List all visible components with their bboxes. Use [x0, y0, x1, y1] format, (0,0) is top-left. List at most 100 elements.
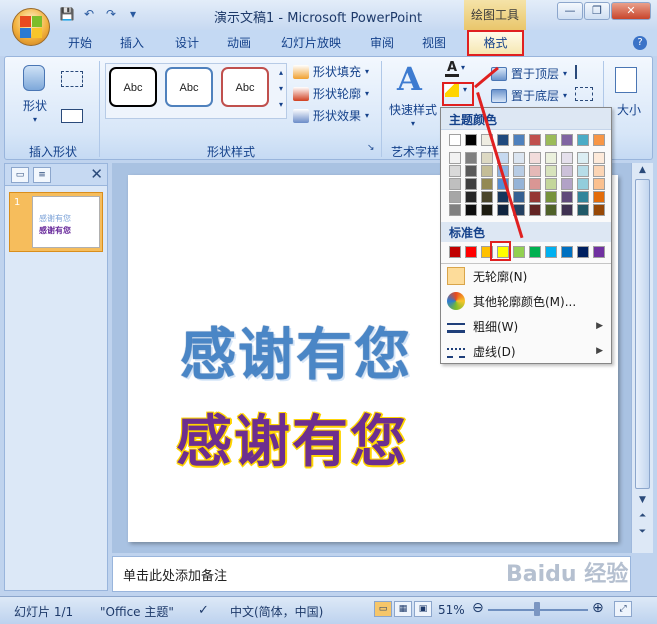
- theme-shade-swatch[interactable]: [545, 178, 557, 190]
- theme-color-swatch[interactable]: [545, 134, 557, 146]
- gallery-scroll[interactable]: ▴ ▾ ▾: [275, 65, 287, 117]
- zoom-in-icon[interactable]: ⊕: [592, 600, 604, 616]
- minimize-button[interactable]: —: [557, 2, 583, 20]
- send-to-back-button[interactable]: 置于底层 ▾: [491, 87, 567, 104]
- align-icon[interactable]: [575, 65, 593, 79]
- theme-shade-swatch[interactable]: [529, 152, 541, 164]
- standard-color-swatch[interactable]: [449, 246, 461, 258]
- theme-shade-swatch[interactable]: [529, 178, 541, 190]
- wordart-text-blue[interactable]: 感谢有您: [180, 310, 412, 391]
- shape-fill-button[interactable]: 形状填充 ▾: [293, 63, 369, 80]
- tab-design[interactable]: 设计: [175, 34, 199, 51]
- standard-color-swatch[interactable]: [465, 246, 477, 258]
- theme-color-swatch[interactable]: [513, 134, 525, 146]
- theme-shade-swatch[interactable]: [465, 178, 477, 190]
- theme-shade-swatch[interactable]: [481, 191, 493, 203]
- vertical-scrollbar[interactable]: ▲ ▼ ⏶ ⏷: [631, 163, 653, 553]
- theme-shade-swatch[interactable]: [545, 165, 557, 177]
- shape-style-black[interactable]: Abc: [109, 67, 157, 107]
- tab-animation[interactable]: 动画: [227, 34, 251, 51]
- theme-shade-swatch[interactable]: [449, 178, 461, 190]
- shapes-label[interactable]: 形状: [23, 97, 47, 114]
- theme-shade-swatch[interactable]: [465, 191, 477, 203]
- prev-slide-icon[interactable]: ⏶: [635, 511, 650, 525]
- help-icon[interactable]: ?: [633, 36, 647, 50]
- theme-shade-swatch[interactable]: [513, 152, 525, 164]
- tab-slideshow[interactable]: 幻灯片放映: [281, 34, 341, 51]
- theme-color-swatch[interactable]: [449, 134, 461, 146]
- theme-shade-swatch[interactable]: [513, 191, 525, 203]
- theme-shade-swatch[interactable]: [513, 165, 525, 177]
- theme-shade-swatch[interactable]: [577, 165, 589, 177]
- text-box-icon[interactable]: [61, 109, 83, 123]
- theme-shade-swatch[interactable]: [561, 191, 573, 203]
- redo-icon[interactable]: ↷: [102, 6, 120, 22]
- theme-color-swatch[interactable]: [529, 134, 541, 146]
- theme-shade-swatch[interactable]: [561, 165, 573, 177]
- theme-shade-swatch[interactable]: [465, 204, 477, 216]
- standard-color-swatch[interactable]: [577, 246, 589, 258]
- wordart-a-icon[interactable]: A: [397, 61, 429, 97]
- scroll-thumb[interactable]: [635, 179, 650, 489]
- undo-icon[interactable]: ↶: [80, 6, 98, 22]
- theme-shade-swatch[interactable]: [481, 204, 493, 216]
- scroll-down-icon[interactable]: ▼: [635, 495, 650, 509]
- theme-shade-swatch[interactable]: [529, 204, 541, 216]
- theme-shade-swatch[interactable]: [481, 152, 493, 164]
- bring-to-front-button[interactable]: 置于顶层 ▾: [491, 65, 567, 82]
- quick-style-label[interactable]: 快速样式: [389, 101, 437, 118]
- theme-shade-swatch[interactable]: [561, 152, 573, 164]
- theme-color-swatch[interactable]: [465, 134, 477, 146]
- wordart-text-purple[interactable]: 感谢有您: [176, 397, 408, 478]
- next-slide-icon[interactable]: ⏷: [635, 527, 650, 541]
- tab-review[interactable]: 审阅: [370, 34, 394, 51]
- theme-color-swatch[interactable]: [577, 134, 589, 146]
- theme-shade-swatch[interactable]: [545, 191, 557, 203]
- theme-shade-swatch[interactable]: [449, 204, 461, 216]
- theme-color-swatch[interactable]: [593, 134, 605, 146]
- theme-shade-swatch[interactable]: [593, 152, 605, 164]
- theme-shade-swatch[interactable]: [561, 204, 573, 216]
- theme-shade-swatch[interactable]: [545, 204, 557, 216]
- tab-insert[interactable]: 插入: [120, 34, 144, 51]
- customize-qat-icon[interactable]: ▾: [124, 6, 142, 22]
- theme-shade-swatch[interactable]: [481, 165, 493, 177]
- normal-view-icon[interactable]: ▭: [374, 601, 392, 617]
- edit-shape-icon[interactable]: [61, 71, 83, 87]
- text-fill-dropdown-icon[interactable]: ▾: [461, 63, 465, 72]
- sorter-view-icon[interactable]: ▦: [394, 601, 412, 617]
- theme-shade-swatch[interactable]: [593, 165, 605, 177]
- theme-shade-swatch[interactable]: [593, 191, 605, 203]
- standard-color-swatch[interactable]: [513, 246, 525, 258]
- outline-tab-icon[interactable]: ≡: [33, 167, 51, 183]
- group-icon[interactable]: [575, 87, 593, 101]
- theme-shade-swatch[interactable]: [513, 178, 525, 190]
- shapes-dropdown-icon[interactable]: ▾: [33, 115, 37, 124]
- close-pane-icon[interactable]: ✕: [90, 165, 103, 183]
- theme-shade-swatch[interactable]: [529, 191, 541, 203]
- theme-shade-swatch[interactable]: [593, 178, 605, 190]
- text-fill-icon[interactable]: A: [445, 61, 459, 77]
- shape-style-red[interactable]: Abc: [221, 67, 269, 107]
- slideshow-view-icon[interactable]: ▣: [414, 601, 432, 617]
- slides-tab-icon[interactable]: ▭: [11, 167, 29, 183]
- theme-color-swatch[interactable]: [561, 134, 573, 146]
- save-icon[interactable]: 💾: [58, 6, 76, 22]
- standard-color-swatch[interactable]: [561, 246, 573, 258]
- standard-color-swatch[interactable]: [529, 246, 541, 258]
- restore-button[interactable]: ❐: [584, 2, 610, 20]
- dashes-item[interactable]: 虚线(D) ▶: [441, 339, 611, 363]
- theme-shade-swatch[interactable]: [449, 191, 461, 203]
- theme-shade-swatch[interactable]: [465, 152, 477, 164]
- dialog-launcher-icon[interactable]: ↘: [367, 143, 375, 153]
- theme-shade-swatch[interactable]: [577, 204, 589, 216]
- zoom-level[interactable]: 51%: [438, 603, 465, 617]
- size-label[interactable]: 大小: [617, 101, 641, 118]
- theme-shade-swatch[interactable]: [545, 152, 557, 164]
- quick-style-dropdown-icon[interactable]: ▾: [411, 119, 415, 128]
- theme-shade-swatch[interactable]: [449, 165, 461, 177]
- theme-shade-swatch[interactable]: [593, 204, 605, 216]
- tab-view[interactable]: 视图: [422, 34, 446, 51]
- weight-item[interactable]: 粗细(W) ▶: [441, 314, 611, 338]
- theme-shade-swatch[interactable]: [577, 191, 589, 203]
